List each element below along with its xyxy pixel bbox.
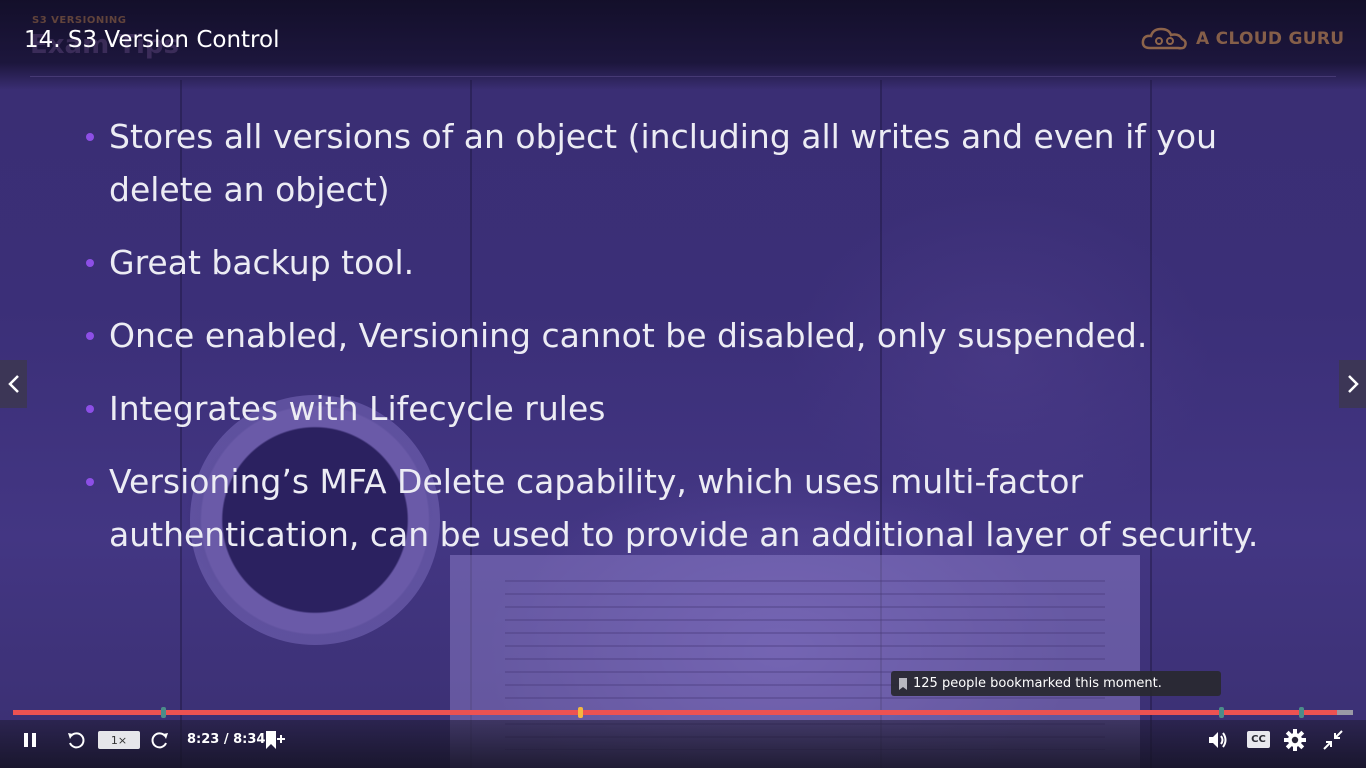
volume-button[interactable] — [1206, 729, 1230, 751]
volume-icon — [1209, 732, 1227, 748]
bookmark-tooltip: 125 people bookmarked this moment. — [891, 671, 1221, 696]
brand: A CLOUD GURU — [1140, 25, 1344, 53]
exit-fullscreen-button[interactable] — [1321, 728, 1345, 752]
slide-bullet: Integrates with Lifecycle rules — [86, 382, 605, 435]
slide-bullet: Great backup tool. — [86, 236, 414, 289]
slide-divider — [30, 76, 1336, 77]
bookmark-marker[interactable] — [1299, 707, 1304, 718]
forward-button[interactable] — [148, 729, 172, 751]
bullet-dot-icon — [86, 478, 94, 486]
brand-name: A CLOUD GURU — [1196, 29, 1345, 49]
bullet-dot-icon — [86, 332, 94, 340]
bookmark-marker[interactable] — [1219, 707, 1224, 718]
next-lecture-button[interactable] — [1339, 360, 1366, 408]
bookmark-icon — [899, 677, 907, 690]
slide-kicker: S3 VERSIONING — [32, 15, 127, 26]
gear-icon — [1284, 729, 1306, 751]
slide-bullet: Once enabled, Versioning cannot be disab… — [86, 309, 1147, 362]
bullet-text: Great backup tool. — [109, 243, 415, 282]
tooltip-text: 125 people bookmarked this moment. — [913, 676, 1162, 691]
video-frame[interactable]: S3 VERSIONING Exam Tips 14. S3 Version C… — [0, 0, 1366, 768]
bullet-text: Stores all versions of an object (includ… — [109, 117, 1217, 209]
bullet-text: Versioning’s MFA Delete capability, whic… — [109, 462, 1259, 554]
time-display: 8:23 / 8:34 — [187, 732, 266, 747]
chevron-right-icon — [1347, 375, 1359, 393]
bullet-dot-icon — [86, 259, 94, 267]
exit-fullscreen-icon — [1323, 730, 1343, 750]
pause-icon — [24, 733, 36, 747]
playback-speed-button[interactable]: 1× — [98, 731, 140, 749]
previous-lecture-button[interactable] — [0, 360, 27, 408]
current-bookmark-marker[interactable] — [578, 707, 583, 718]
cloud-logo-icon — [1141, 27, 1187, 50]
bullet-dot-icon — [86, 405, 94, 413]
add-bookmark-icon — [266, 731, 285, 749]
bookmark-marker[interactable] — [161, 707, 166, 718]
add-bookmark-button[interactable] — [262, 729, 288, 751]
rewind-button[interactable] — [64, 729, 88, 751]
bullet-dot-icon — [86, 133, 94, 141]
pause-button[interactable] — [18, 729, 42, 751]
captions-button[interactable]: CC — [1247, 731, 1270, 748]
forward-5s-icon — [151, 732, 168, 749]
slide-bullet: Versioning’s MFA Delete capability, whic… — [86, 455, 1286, 561]
rewind-5s-icon — [68, 732, 85, 749]
progress-bar[interactable] — [13, 710, 1353, 715]
slide-bullet: Stores all versions of an object (includ… — [86, 110, 1286, 216]
bullet-text: Integrates with Lifecycle rules — [109, 389, 606, 428]
lecture-title: 14. S3 Version Control — [24, 27, 280, 53]
chevron-left-icon — [7, 375, 19, 393]
settings-button[interactable] — [1283, 728, 1307, 752]
progress-fill — [13, 710, 1337, 715]
bullet-text: Once enabled, Versioning cannot be disab… — [109, 316, 1148, 355]
